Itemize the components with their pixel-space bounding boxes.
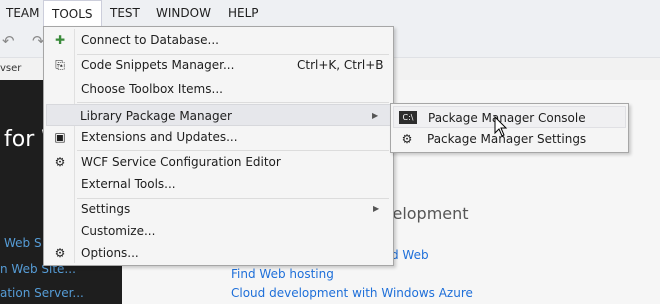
mouse-pointer-icon <box>494 116 508 137</box>
menu-item-external-tools[interactable]: External Tools... <box>46 173 391 195</box>
menu-item-label: WCF Service Configuration Editor <box>81 155 281 169</box>
web-link[interactable]: d Web <box>391 248 429 262</box>
menu-item-library-package-manager[interactable]: Library Package Manager ▶ <box>46 104 391 126</box>
menu-item-choose-toolbox-items[interactable]: Choose Toolbox Items... <box>46 78 391 100</box>
tab-browser[interactable]: vser <box>0 58 21 80</box>
menu-item-code-snippets-manager[interactable]: ⎘ Code Snippets Manager... Ctrl+K, Ctrl+… <box>46 54 391 76</box>
new-web-site-link[interactable]: Web S <box>4 236 42 250</box>
menu-item-wcf-service-configuration-editor[interactable]: ⚙ WCF Service Configuration Editor <box>46 151 391 173</box>
menu-item-label: Options... <box>81 246 139 260</box>
section-heading: velopment <box>383 204 469 223</box>
menu-item-package-manager-settings[interactable]: ⚙ Package Manager Settings <box>393 128 626 150</box>
menu-item-label: Connect to Database... <box>81 33 219 47</box>
tools-menu: ✚ Connect to Database... ⎘ Code Snippets… <box>43 26 394 266</box>
menu-test[interactable]: TEST <box>102 0 148 26</box>
console-icon: C:\ <box>399 111 417 124</box>
menu-item-label: Choose Toolbox Items... <box>81 82 223 96</box>
menu-separator <box>77 102 389 103</box>
extensions-icon: ▣ <box>54 130 66 144</box>
library-package-manager-submenu: C:\ Package Manager Console ⚙ Package Ma… <box>390 103 629 153</box>
menu-item-connect-to-database[interactable]: ✚ Connect to Database... <box>46 29 391 51</box>
code-snippets-icon: ⎘ <box>55 58 65 72</box>
menu-item-label: Customize... <box>81 224 156 238</box>
settings-gear-icon: ⚙ <box>401 132 413 146</box>
menu-item-label: External Tools... <box>81 177 176 191</box>
menu-item-customize[interactable]: Customize... <box>46 220 391 242</box>
menu-item-shortcut: Ctrl+K, Ctrl+B <box>297 58 384 72</box>
application-server-link[interactable]: ation Server... <box>0 286 84 300</box>
cloud-development-link[interactable]: Cloud development with Windows Azure <box>231 286 473 300</box>
menu-item-settings[interactable]: Settings ▶ <box>46 198 391 220</box>
menu-item-label: Settings <box>81 202 131 216</box>
submenu-arrow-icon: ▶ <box>372 111 379 120</box>
menu-window[interactable]: WINDOW <box>148 0 219 26</box>
menu-item-extensions-and-updates[interactable]: ▣ Extensions and Updates... <box>46 126 391 148</box>
menu-item-label: Extensions and Updates... <box>81 130 238 144</box>
menu-item-options[interactable]: ⚙ Options... <box>46 242 391 264</box>
menu-item-label: Library Package Manager <box>80 109 232 123</box>
menu-team[interactable]: TEAM <box>0 0 47 26</box>
connect-database-icon: ✚ <box>54 33 66 47</box>
menu-help[interactable]: HELP <box>220 0 267 26</box>
menu-bar: TEAM TOOLS TEST WINDOW HELP <box>0 0 660 27</box>
find-web-hosting-link[interactable]: Find Web hosting <box>231 267 334 281</box>
menu-item-package-manager-console[interactable]: C:\ Package Manager Console <box>393 106 626 128</box>
menu-tools[interactable]: TOOLS <box>43 0 102 27</box>
menu-item-label: Code Snippets Manager... <box>81 58 235 72</box>
wcf-config-icon: ⚙ <box>54 155 66 169</box>
submenu-arrow-icon: ▶ <box>373 204 380 213</box>
options-gear-icon: ⚙ <box>54 246 66 260</box>
undo-icon[interactable]: ↶ <box>2 26 15 57</box>
